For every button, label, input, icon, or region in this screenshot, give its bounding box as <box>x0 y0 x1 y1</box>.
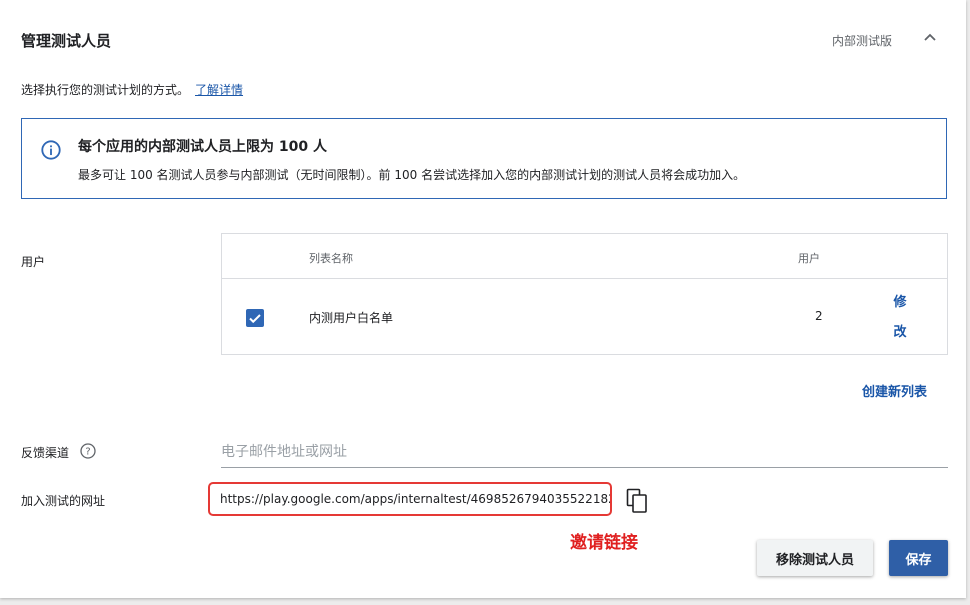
description: 选择执行您的测试计划的方式。 了解详情 <box>21 81 243 98</box>
info-title: 每个应用的内部测试人员上限为 100 人 <box>78 139 327 155</box>
remove-testers-button[interactable]: 移除测试人员 <box>757 540 873 576</box>
column-header-list-name: 列表名称 <box>309 252 353 265</box>
learn-more-link[interactable]: 了解详情 <box>195 83 243 97</box>
copy-icon[interactable] <box>626 488 648 514</box>
tester-list-table: 列表名称 用户 内测用户白名单 2 修改 <box>221 233 948 355</box>
column-header-users: 用户 <box>798 252 820 265</box>
feedback-input[interactable] <box>221 437 948 468</box>
feedback-label: 反馈渠道 <box>21 446 70 460</box>
description-text: 选择执行您的测试计划的方式。 <box>21 83 190 97</box>
manage-testers-card: 管理测试人员 内部测试版 选择执行您的测试计划的方式。 了解详情 每个应用的内部测… <box>0 0 966 598</box>
track-label: 内部测试版 <box>832 34 893 48</box>
join-url-value: https://play.google.com/apps/internaltes… <box>220 492 612 506</box>
user-count-cell: 2 <box>815 309 823 323</box>
save-button[interactable]: 保存 <box>889 540 948 576</box>
create-list-link[interactable]: 创建新列表 <box>862 381 927 400</box>
chevron-up-icon[interactable] <box>918 26 942 50</box>
header-divider <box>222 278 947 279</box>
help-icon[interactable]: ? <box>80 443 96 459</box>
edit-list-link[interactable]: 修改 <box>890 288 910 348</box>
users-label: 用户 <box>21 255 46 269</box>
info-box: 每个应用的内部测试人员上限为 100 人 最多可让 100 名测试人员参与内部测… <box>21 118 947 199</box>
checkmark-icon <box>249 314 261 324</box>
page-title: 管理测试人员 <box>21 32 112 50</box>
row-checkbox[interactable] <box>246 309 264 327</box>
join-url-field[interactable]: https://play.google.com/apps/internaltes… <box>208 482 612 516</box>
invite-link-annotation: 邀请链接 <box>570 533 638 553</box>
list-name-cell: 内测用户白名单 <box>309 311 394 325</box>
info-icon <box>41 140 61 160</box>
info-body: 最多可让 100 名测试人员参与内部测试（无时间限制）。前 100 名尝试选择加… <box>78 168 746 182</box>
join-url-label: 加入测试的网址 <box>21 494 106 508</box>
svg-text:?: ? <box>85 447 90 458</box>
